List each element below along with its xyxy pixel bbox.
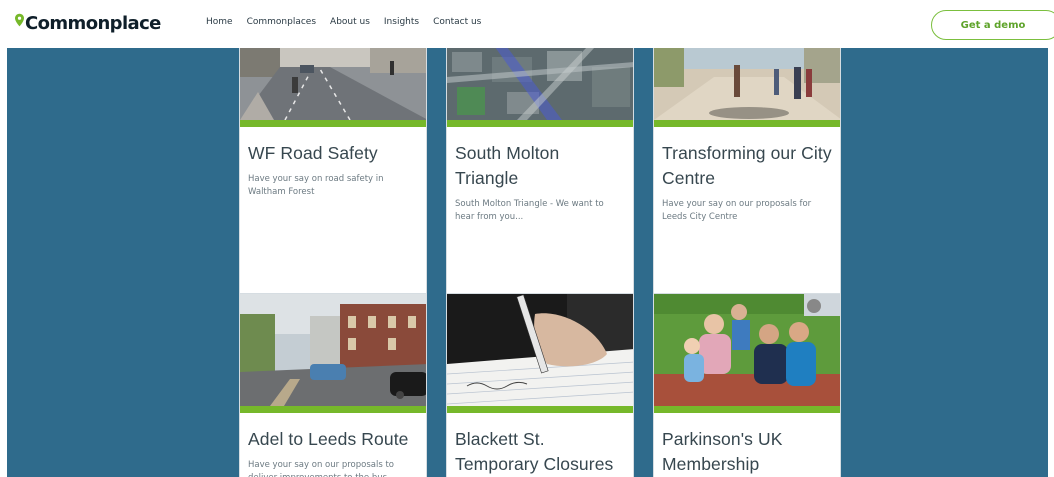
- nav-about-us[interactable]: About us: [330, 17, 370, 27]
- commonplace-logo[interactable]: Commonplace: [15, 11, 161, 35]
- card-description: Have your say on our proposals for Leeds…: [662, 199, 812, 222]
- card-title: Transforming our City Centre: [662, 143, 832, 188]
- location-pin-icon: [15, 13, 24, 27]
- card-accent-bar: [447, 406, 633, 413]
- city-road-buildings-photo: [240, 294, 426, 406]
- projects-grid: WF Road Safety Have your say on road saf…: [7, 48, 1048, 477]
- aerial-map-photo: [447, 48, 633, 120]
- project-card-blackett-st[interactable]: Blackett St. Temporary Closures: [446, 293, 634, 477]
- card-title: Blackett St. Temporary Closures: [455, 429, 614, 474]
- nav-insights[interactable]: Insights: [384, 17, 419, 27]
- card-title: South Molton Triangle: [455, 143, 560, 188]
- project-card-south-molton-triangle[interactable]: South Molton Triangle South Molton Trian…: [446, 48, 634, 324]
- nav-home[interactable]: Home: [206, 17, 233, 27]
- road-street-photo: [240, 48, 426, 120]
- card-title: Adel to Leeds Route: [248, 429, 409, 449]
- card-description: Have your say on our proposals to delive…: [248, 460, 394, 477]
- card-accent-bar: [240, 120, 426, 127]
- card-accent-bar: [654, 120, 840, 127]
- pedestrian-street-photo: [654, 48, 840, 120]
- project-card-adel-to-leeds-route[interactable]: Adel to Leeds Route Have your say on our…: [239, 293, 427, 477]
- project-card-wf-road-safety[interactable]: WF Road Safety Have your say on road saf…: [239, 48, 427, 324]
- card-title: WF Road Safety: [248, 143, 378, 163]
- family-picnic-photo: [654, 294, 840, 406]
- card-title: Parkinson's UK Membership: [662, 429, 783, 474]
- card-description: Have your say on road safety in Waltham …: [248, 174, 384, 197]
- card-description: South Molton Triangle - We want to hear …: [455, 199, 604, 222]
- nav-commonplaces[interactable]: Commonplaces: [247, 17, 316, 27]
- project-card-parkinsons-uk[interactable]: Parkinson's UK Membership: [653, 293, 841, 477]
- site-header: Commonplace Home Commonplaces About us I…: [0, 0, 1054, 48]
- nav-contact-us[interactable]: Contact us: [433, 17, 481, 27]
- hand-writing-photo: [447, 294, 633, 406]
- project-card-transforming-city-centre[interactable]: Transforming our City Centre Have your s…: [653, 48, 841, 324]
- get-a-demo-button[interactable]: Get a demo: [931, 10, 1054, 40]
- card-accent-bar: [447, 120, 633, 127]
- card-accent-bar: [240, 406, 426, 413]
- logo-text: Commonplace: [25, 12, 161, 34]
- card-accent-bar: [654, 406, 840, 413]
- main-nav: Home Commonplaces About us Insights Cont…: [206, 17, 495, 27]
